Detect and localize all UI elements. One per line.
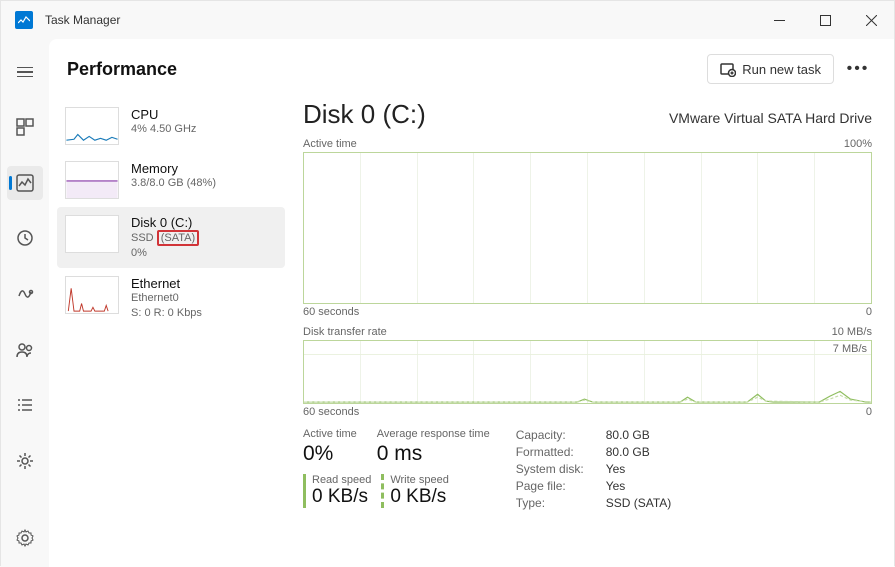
detail-description: VMware Virtual SATA Hard Drive: [669, 110, 872, 126]
nav-performance[interactable]: [7, 166, 43, 200]
more-options-button[interactable]: •••: [842, 53, 874, 85]
detail-title: Disk 0 (C:): [303, 99, 426, 130]
category-list: CPU 4% 4.50 GHz Memory 3.8/8.0 GB (48%) …: [49, 95, 293, 567]
cpu-title: CPU: [131, 107, 196, 122]
chart2-label: Disk transfer rate: [303, 326, 387, 338]
app-title: Task Manager: [45, 13, 120, 27]
write-speed-value: 0 KB/s: [390, 486, 449, 508]
disk-sub1: SSD (SATA): [131, 230, 199, 246]
run-new-task-label: Run new task: [742, 62, 821, 77]
nav-settings[interactable]: [7, 522, 43, 556]
chart2-xright: 0: [866, 406, 872, 418]
menu-button[interactable]: [7, 55, 43, 89]
category-memory[interactable]: Memory 3.8/8.0 GB (48%): [57, 153, 285, 207]
transfer-rate-chart: 7 MB/s: [303, 340, 872, 404]
nav-history[interactable]: [7, 222, 43, 256]
cpu-sub: 4% 4.50 GHz: [131, 122, 196, 136]
chart1-xleft: 60 seconds: [303, 306, 359, 318]
ethernet-thumb: [65, 276, 119, 314]
disk-sub2: 0%: [131, 246, 199, 260]
ethernet-sub2: S: 0 R: 0 Kbps: [131, 306, 202, 320]
disk-thumb: [65, 215, 119, 253]
page-title: Performance: [67, 59, 177, 80]
title-bar: Task Manager: [1, 1, 894, 39]
chart2-max: 10 MB/s: [832, 326, 872, 338]
cpu-thumb: [65, 107, 119, 145]
category-cpu[interactable]: CPU 4% 4.50 GHz: [57, 99, 285, 153]
nav-processes[interactable]: [7, 111, 43, 145]
detail-panel: Disk 0 (C:) VMware Virtual SATA Hard Dri…: [293, 95, 894, 567]
nav-services[interactable]: [7, 444, 43, 478]
avg-response-value: 0 ms: [377, 442, 490, 466]
maximize-button[interactable]: [802, 1, 848, 39]
active-time-chart: [303, 152, 872, 304]
app-icon: [15, 11, 33, 29]
category-disk[interactable]: Disk 0 (C:) SSD (SATA) 0%: [57, 207, 285, 268]
ethernet-sub1: Ethernet0: [131, 291, 202, 305]
close-button[interactable]: [848, 1, 894, 39]
avg-response-label: Average response time: [377, 428, 490, 440]
memory-title: Memory: [131, 161, 216, 176]
read-speed-label: Read speed: [312, 474, 371, 486]
read-speed-value: 0 KB/s: [312, 486, 371, 508]
disk-info-table: Capacity:80.0 GB Formatted:80.0 GB Syste…: [516, 428, 672, 510]
nav-details[interactable]: [7, 388, 43, 422]
chart1-max: 100%: [844, 138, 872, 150]
minimize-button[interactable]: [756, 1, 802, 39]
memory-sub: 3.8/8.0 GB (48%): [131, 176, 216, 190]
nav-startup[interactable]: [7, 277, 43, 311]
category-ethernet[interactable]: Ethernet Ethernet0 S: 0 R: 0 Kbps: [57, 268, 285, 328]
chart1-label: Active time: [303, 138, 357, 150]
navigation-rail: [1, 39, 49, 567]
chart1-xright: 0: [866, 306, 872, 318]
run-new-task-button[interactable]: Run new task: [707, 54, 834, 84]
run-task-icon: [720, 61, 736, 77]
nav-users[interactable]: [7, 333, 43, 367]
disk-title: Disk 0 (C:): [131, 215, 199, 230]
chart2-xleft: 60 seconds: [303, 406, 359, 418]
active-time-label: Active time: [303, 428, 357, 440]
sata-highlight: (SATA): [157, 230, 199, 246]
memory-thumb: [65, 161, 119, 199]
active-time-value: 0%: [303, 442, 357, 466]
write-speed-label: Write speed: [390, 474, 449, 486]
ethernet-title: Ethernet: [131, 276, 202, 291]
